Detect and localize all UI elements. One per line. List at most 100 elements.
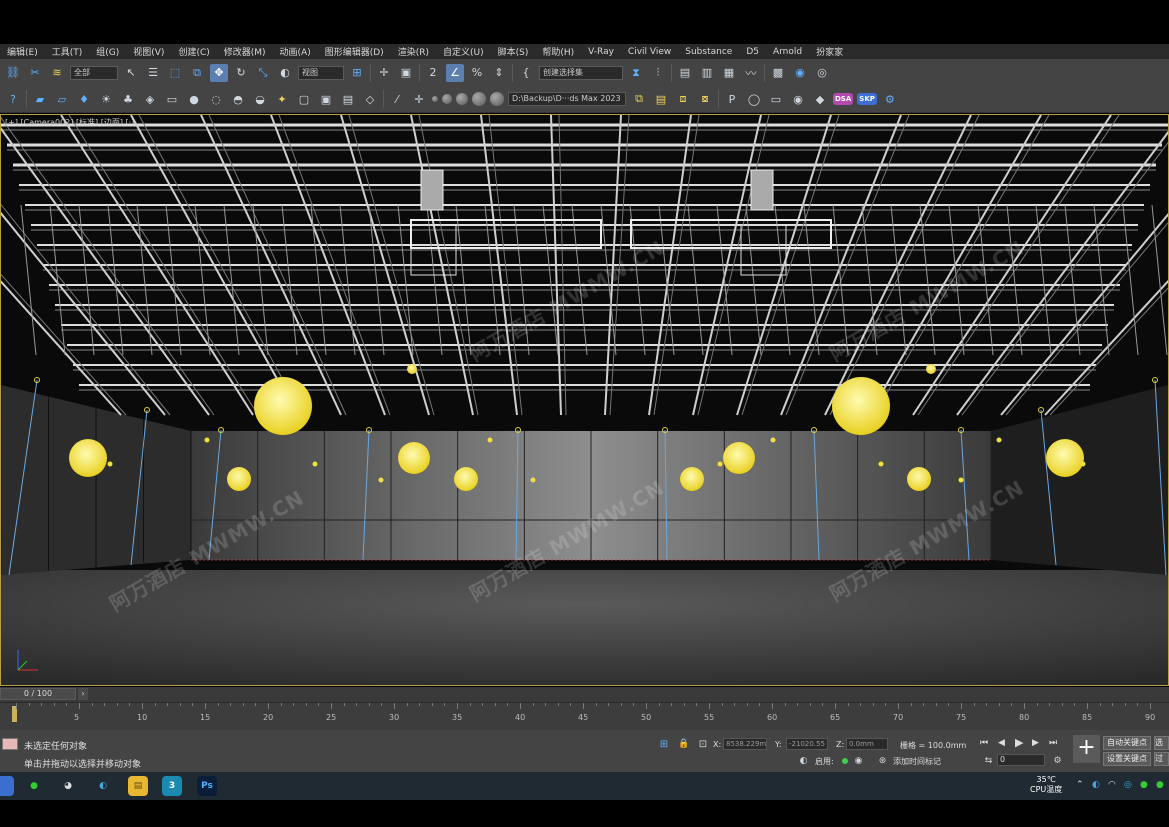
rect-selection-icon[interactable]: ⬚ [166,64,184,82]
menu-item[interactable]: 图形编辑器(D) [318,45,391,58]
scene-explorer-icon[interactable]: ▤ [676,64,694,82]
time-configuration-icon[interactable]: ⚙ [1051,754,1064,767]
dsa-icon[interactable]: DSA [833,93,854,105]
menu-item[interactable]: 工具(T) [45,45,90,58]
menu-item[interactable]: Civil View [621,47,678,57]
vray-frame-buffer-icon[interactable]: ▢ [295,90,313,108]
snaps-toggle-icon[interactable]: 2 [424,64,442,82]
menu-item[interactable]: 修改器(M) [217,45,273,58]
asset-folder-icon[interactable]: ▤ [652,90,670,108]
vray-render-icon[interactable]: ▣ [317,90,335,108]
asset-add-icon[interactable]: ⧉ [630,90,648,108]
z-coordinate-field[interactable]: 0.0mm [846,738,888,750]
adaptive-degradation-icon[interactable]: ◐ [797,754,810,767]
menu-item[interactable]: 渲染(R) [391,45,436,58]
file-explorer-icon[interactable]: ▤ [128,776,148,796]
layer-explorer-icon[interactable]: ▥ [698,64,716,82]
camera-viewport[interactable]: [+] [Camera002] [标准] [边面] [·] 阿万酒店 MWMW.… [0,114,1169,686]
material-sphere-medium-icon[interactable] [442,94,452,104]
x-coordinate-field[interactable]: 8538.229m [723,738,767,750]
vray-sun-icon[interactable]: ☀ [97,90,115,108]
wand-icon[interactable]: ⁄ [388,90,406,108]
enable-status-dot[interactable] [842,758,848,764]
time-tag-icon[interactable]: ⊛ [876,754,889,767]
key-filters-button[interactable]: 过滤器 [1154,752,1169,766]
percent-snap-icon[interactable]: % [468,64,486,82]
add-time-tag-button[interactable]: 添加时间标记 [893,756,941,767]
plugin-p-icon[interactable]: P [723,90,741,108]
render-setup-icon[interactable]: ▩ [769,64,787,82]
vray-sphere-icon[interactable]: ● [185,90,203,108]
plugin-camera-icon[interactable]: ▭ [767,90,785,108]
vray-mesh-light-icon[interactable]: ◒ [251,90,269,108]
select-place-icon[interactable]: ◐ [276,64,294,82]
browser-icon[interactable]: ◐ [93,776,113,796]
menu-item[interactable]: 帮助(H) [535,45,581,58]
mirror-icon[interactable]: ⧗ [627,64,645,82]
tray-app-icon[interactable]: ◐ [1092,780,1100,790]
keyboard-shortcut-icon[interactable]: ▣ [397,64,415,82]
menu-item[interactable]: 创建(C) [171,45,216,58]
link-icon[interactable]: ⛓ [4,64,22,82]
gear-icon[interactable]: ⚙ [881,90,899,108]
plugin-shape-icon[interactable]: ◆ [811,90,829,108]
play-icon[interactable]: ▶ [1015,736,1023,749]
select-rotate-icon[interactable]: ↻ [232,64,250,82]
plugin-circle-icon[interactable]: ◯ [745,90,763,108]
selected-dropdown[interactable]: 选定对 [1154,736,1169,750]
menu-item[interactable]: D5 [739,47,766,57]
tray-arrow-icon[interactable]: ⌃ [1076,780,1084,790]
unlink-icon[interactable]: ✂ [26,64,44,82]
set-key-big-button[interactable]: + [1073,735,1100,763]
current-frame-field[interactable]: 0 [997,754,1045,766]
menu-item[interactable]: Substance [678,47,739,57]
menu-item[interactable]: 编辑(E) [0,45,45,58]
menu-item[interactable]: V-Ray [581,47,621,57]
vray-light-icon[interactable]: ♦ [75,90,93,108]
select-object-icon[interactable]: ↖ [122,64,140,82]
material-sphere-small-icon[interactable] [432,96,438,102]
window-crossing-icon[interactable]: ⧉ [188,64,206,82]
angle-snap-icon[interactable]: ∠ [446,63,464,82]
vray-ambient-light-icon[interactable]: ✦ [273,90,291,108]
render-frame-icon[interactable]: ◉ [791,64,809,82]
key-mode-icon[interactable]: ⇆ [982,754,995,767]
isolate-icon[interactable]: ⊞ [657,737,671,751]
selection-filter-dropdown[interactable]: 全部 [70,65,118,80]
menu-item[interactable]: Arnold [766,47,809,57]
pivot-center-icon[interactable]: ⊞ [348,64,366,82]
tray-chrome-icon[interactable]: ◎ [1124,780,1132,790]
vray-camera-icon[interactable]: ▰ [31,90,49,108]
spinner-snap-icon[interactable]: ⇕ [490,64,508,82]
menu-item[interactable]: 扮家家 [809,45,850,58]
lock-icon[interactable]: 🔒 [678,737,690,751]
named-selection-dropdown[interactable]: 创建选择集 [539,65,623,80]
skp-icon[interactable]: SKP [857,93,877,105]
align-icon[interactable]: ⫶ [649,64,667,82]
vray-vision-icon[interactable]: ◇ [361,90,379,108]
help-icon[interactable]: ? [4,90,22,108]
tray-wifi-icon[interactable]: ◠ [1108,780,1116,790]
material-sphere-large-icon[interactable] [456,93,468,105]
previous-frame-icon[interactable]: ◀ [998,738,1005,748]
y-coordinate-field[interactable]: -21020.55 [786,738,828,750]
qq-icon[interactable]: ◕ [58,776,78,796]
menu-item[interactable]: 自定义(U) [436,45,491,58]
curve-editor-icon[interactable]: 〰 [742,64,760,82]
plugin-lens-icon[interactable]: ◉ [789,90,807,108]
vray-dome-icon[interactable]: ◓ [229,90,247,108]
select-by-name-icon[interactable]: ☰ [144,64,162,82]
material-sphere-xxlarge-icon[interactable] [490,92,504,106]
project-path-dropdown[interactable]: D:\Backup\D···ds Max 2023 [508,92,626,106]
photoshop-icon[interactable]: Ps [197,776,217,796]
tray-wechat-icon[interactable]: ● [1140,780,1148,790]
material-sphere-xlarge-icon[interactable] [472,92,486,106]
wechat-icon[interactable]: ● [24,776,44,796]
absolute-mode-icon[interactable]: ⊡ [696,737,710,751]
select-manipulate-icon[interactable]: ✛ [375,64,393,82]
menu-item[interactable]: 动画(A) [273,45,318,58]
3dsmax-icon[interactable]: 3 [162,776,182,796]
select-move-icon[interactable]: ✥ [210,63,228,82]
menu-item[interactable]: 视图(V) [126,45,171,58]
asset-copy-icon[interactable]: ⧈ [674,90,692,108]
